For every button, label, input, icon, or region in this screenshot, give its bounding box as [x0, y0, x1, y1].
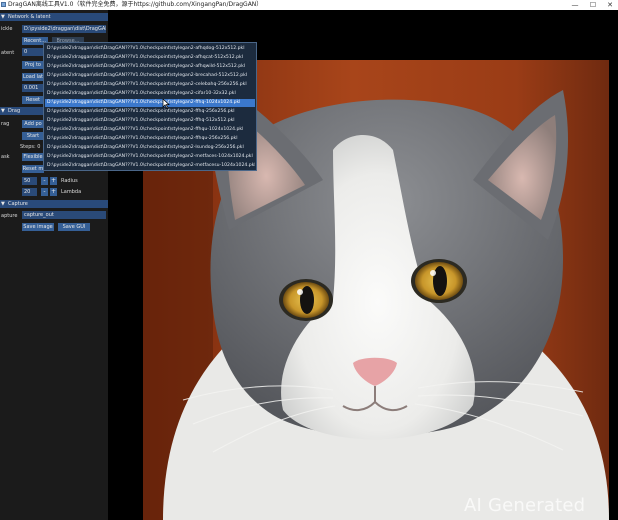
section-title: Drag [8, 108, 21, 114]
drag-label: rag [1, 121, 10, 127]
collapse-arrow-icon: ▼ [1, 14, 5, 20]
window-titlebar: DragGAN离线工具V1.0（软件完全免费，源于https://github.… [0, 0, 618, 10]
project-to-button[interactable]: Proj to [22, 61, 44, 69]
dropdown-item[interactable]: D:\pyside2\draggan\dist\DragGAN???V1.0\c… [45, 144, 255, 152]
maximize-icon[interactable]: ☐ [586, 0, 600, 10]
minimize-icon[interactable]: — [568, 0, 582, 10]
dropdown-item[interactable]: D:\pyside2\draggan\dist\DragGAN???V1.0\c… [45, 108, 255, 116]
mouse-cursor-icon [162, 99, 170, 109]
pickle-path-field[interactable]: D:\pyside2\draggan\dist\DragGAN???\ [22, 25, 106, 33]
save-image-button[interactable]: Save image [22, 223, 54, 231]
start-button[interactable]: Start [22, 132, 44, 140]
dropdown-item[interactable]: D:\pyside2\draggan\dist\DragGAN???V1.0\c… [45, 90, 255, 98]
collapse-arrow-icon: ▼ [1, 201, 5, 207]
dropdown-item[interactable]: D:\pyside2\draggan\dist\DragGAN???V1.0\c… [45, 63, 255, 71]
radius-increment-button[interactable]: + [50, 177, 57, 185]
mask-label: ask [1, 154, 10, 160]
pickle-label: ickle [1, 26, 13, 32]
capture-name-field[interactable]: capture_out [22, 211, 106, 219]
section-title: Capture [8, 201, 28, 207]
dropdown-item-selected[interactable]: D:\pyside2\draggan\dist\DragGAN???V1.0\c… [45, 99, 255, 107]
section-capture[interactable]: ▼ Capture [0, 200, 108, 208]
steps-counter: Steps: 0 [20, 144, 41, 150]
collapse-arrow-icon: ▼ [1, 108, 5, 114]
dropdown-item[interactable]: D:\pyside2\draggan\dist\DragGAN???V1.0\c… [45, 117, 255, 125]
section-title: Network & latent [8, 14, 51, 20]
recent-pickles-dropdown[interactable]: D:\pyside2\draggan\dist\DragGAN???V1.0\c… [43, 42, 257, 171]
capture-label: apture [1, 213, 18, 219]
reset-mask-button[interactable]: Reset m [22, 165, 44, 173]
lambda-increment-button[interactable]: + [50, 188, 57, 196]
dropdown-item[interactable]: D:\pyside2\draggan\dist\DragGAN???V1.0\c… [45, 162, 255, 170]
close-icon[interactable]: ✕ [603, 0, 617, 10]
save-gui-button[interactable]: Save GUI [58, 223, 90, 231]
dropdown-item[interactable]: D:\pyside2\draggan\dist\DragGAN???V1.0\c… [45, 54, 255, 62]
add-points-button[interactable]: Add po [22, 120, 44, 128]
dropdown-item[interactable]: D:\pyside2\draggan\dist\DragGAN???V1.0\c… [45, 45, 255, 53]
right-eye-highlight-shape [430, 270, 436, 276]
window-title: DragGAN离线工具V1.0（软件完全免费，源于https://github.… [8, 1, 263, 8]
ai-generated-watermark: AI Generated [464, 495, 586, 516]
section-network-latent[interactable]: ▼ Network & latent [0, 13, 108, 21]
radius-label: Radius [61, 178, 78, 184]
dropdown-item[interactable]: D:\pyside2\draggan\dist\DragGAN???V1.0\c… [45, 72, 255, 80]
right-eye-pupil-shape [433, 266, 447, 296]
left-eye-highlight-shape [297, 289, 303, 295]
dropdown-item[interactable]: D:\pyside2\draggan\dist\DragGAN???V1.0\c… [45, 81, 255, 89]
lambda-label: Lambda [61, 189, 82, 195]
flexible-area-button[interactable]: Flexible [22, 153, 44, 161]
lambda-decrement-button[interactable]: - [41, 188, 48, 196]
seed-field[interactable]: 0 [22, 48, 44, 56]
load-latent-button[interactable]: Load lat [22, 73, 44, 81]
reset-latent-button[interactable]: Reset [22, 96, 44, 104]
lambda-field[interactable]: 20 [22, 188, 37, 196]
dropdown-item[interactable]: D:\pyside2\draggan\dist\DragGAN???V1.0\c… [45, 135, 255, 143]
radius-field[interactable]: 50 [22, 177, 37, 185]
latent-label: atent [1, 50, 15, 56]
radius-decrement-button[interactable]: - [41, 177, 48, 185]
dropdown-item[interactable]: D:\pyside2\draggan\dist\DragGAN???V1.0\c… [45, 153, 255, 161]
app-icon [1, 2, 6, 7]
dropdown-item[interactable]: D:\pyside2\draggan\dist\DragGAN???V1.0\c… [45, 126, 255, 134]
learning-rate-field[interactable]: 0.001 [22, 84, 44, 92]
